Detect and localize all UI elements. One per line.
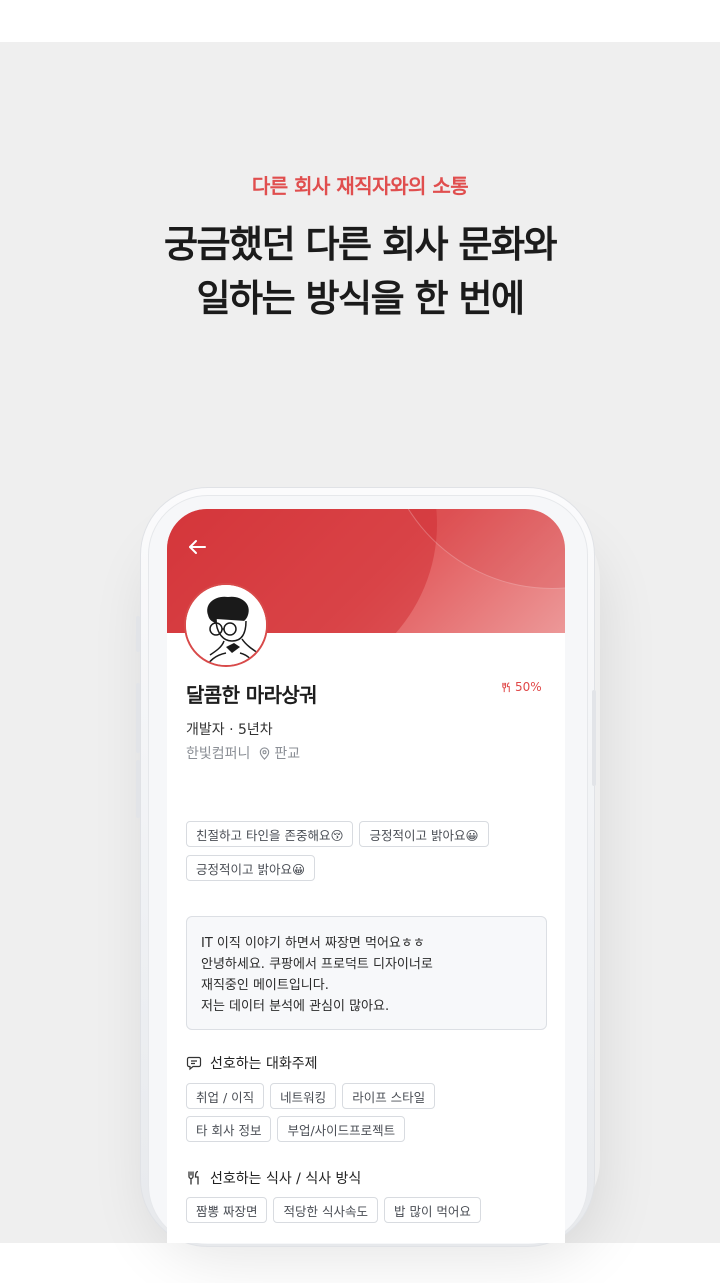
location-name: 판교 [274,746,301,762]
location-pin-icon [260,746,270,760]
bio-line: 재직중인 메이트입니다. [201,978,329,993]
meal-chip: 밥 많이 먹어요 [383,1197,481,1223]
avatar-illustration [186,585,266,665]
topics-title: 선호하는 대화주제 [210,1056,318,1072]
personality-tags-row1: 친절하고 타인을 존중해요😚 긍정적이고 밝아요😀 [186,821,546,847]
bio-line: IT 이직 이야기 하면서 짜장면 먹어요ㅎㅎ [201,936,425,951]
profile-name: 달콤한 마라상궈 [186,683,318,707]
bottom-margin [0,1243,720,1283]
topics-row2: 타 회사 정보 부업/사이드프로젝트 [186,1116,546,1142]
topic-chip: 타 회사 정보 [186,1116,272,1142]
bio-line: 안녕하세요. 쿠팡에서 프로덕트 디자이너로 [201,957,433,972]
bio-line: 저는 데이터 분석에 관심이 많아요. [201,999,390,1014]
meal-section-title: 선호하는 식사 / 식사 방식 [186,1168,361,1188]
personality-tag: 긍정적이고 밝아요😀 [359,821,489,847]
hero-title-line1: 궁금했던 다른 회사 문화와 [163,223,558,266]
bio-box: IT 이직 이야기 하면서 짜장면 먹어요ㅎㅎ 안녕하세요. 쿠팡에서 프로덕트… [186,916,547,1030]
meal-chip: 짬뽕 짜장면 [186,1197,268,1223]
profile-role: 개발자 · 5년차 [186,722,273,738]
chat-bubble-icon [186,1056,202,1071]
match-rate-value: 50% [515,680,542,694]
topic-chip: 네트워킹 [270,1083,337,1109]
location: 판교 [258,743,300,763]
avatar[interactable] [184,583,268,667]
meal-chip: 적당한 식사속도 [273,1197,378,1223]
phone-volume-down [136,760,140,818]
phone-power-button [592,690,596,786]
topic-chip: 부업/사이드프로젝트 [277,1116,406,1142]
match-rate: 50% [501,680,542,694]
topic-chip: 라이프 스타일 [342,1083,436,1109]
back-arrow-icon[interactable] [185,535,209,559]
utensils-icon [188,1170,199,1185]
meal-title: 선호하는 식사 / 식사 방식 [210,1171,362,1187]
hero-title: 궁금했던 다른 회사 문화와 일하는 방식을 한 번에 [0,218,720,326]
hero-title-line2: 일하는 방식을 한 번에 [196,277,525,320]
profile-company-row: 한빛컴퍼니 판교 [186,743,300,763]
phone-mute-switch [136,616,140,652]
company-name: 한빛컴퍼니 [186,746,251,762]
topics-row1: 취업 / 이직 네트워킹 라이프 스타일 [186,1083,546,1109]
personality-tag: 긍정적이고 밝아요😀 [186,855,316,881]
phone-volume-up [136,683,140,753]
top-margin [0,0,720,42]
utensils-icon [502,681,510,692]
topics-section-title: 선호하는 대화주제 [186,1053,318,1073]
meal-chips: 짬뽕 짜장면 적당한 식사속도 밥 많이 먹어요 [186,1197,546,1223]
hero-subtitle: 다른 회사 재직자와의 소통 [251,174,469,198]
phone-screen: 달콤한 마라상궈 50% 개발자 · 5년차 한빛컴퍼니 판교 친절하고 타인을… [167,509,565,1243]
personality-tag: 친절하고 타인을 존중해요😚 [186,821,354,847]
topic-chip: 취업 / 이직 [186,1083,265,1109]
personality-tags-row2: 긍정적이고 밝아요😀 [186,855,546,881]
